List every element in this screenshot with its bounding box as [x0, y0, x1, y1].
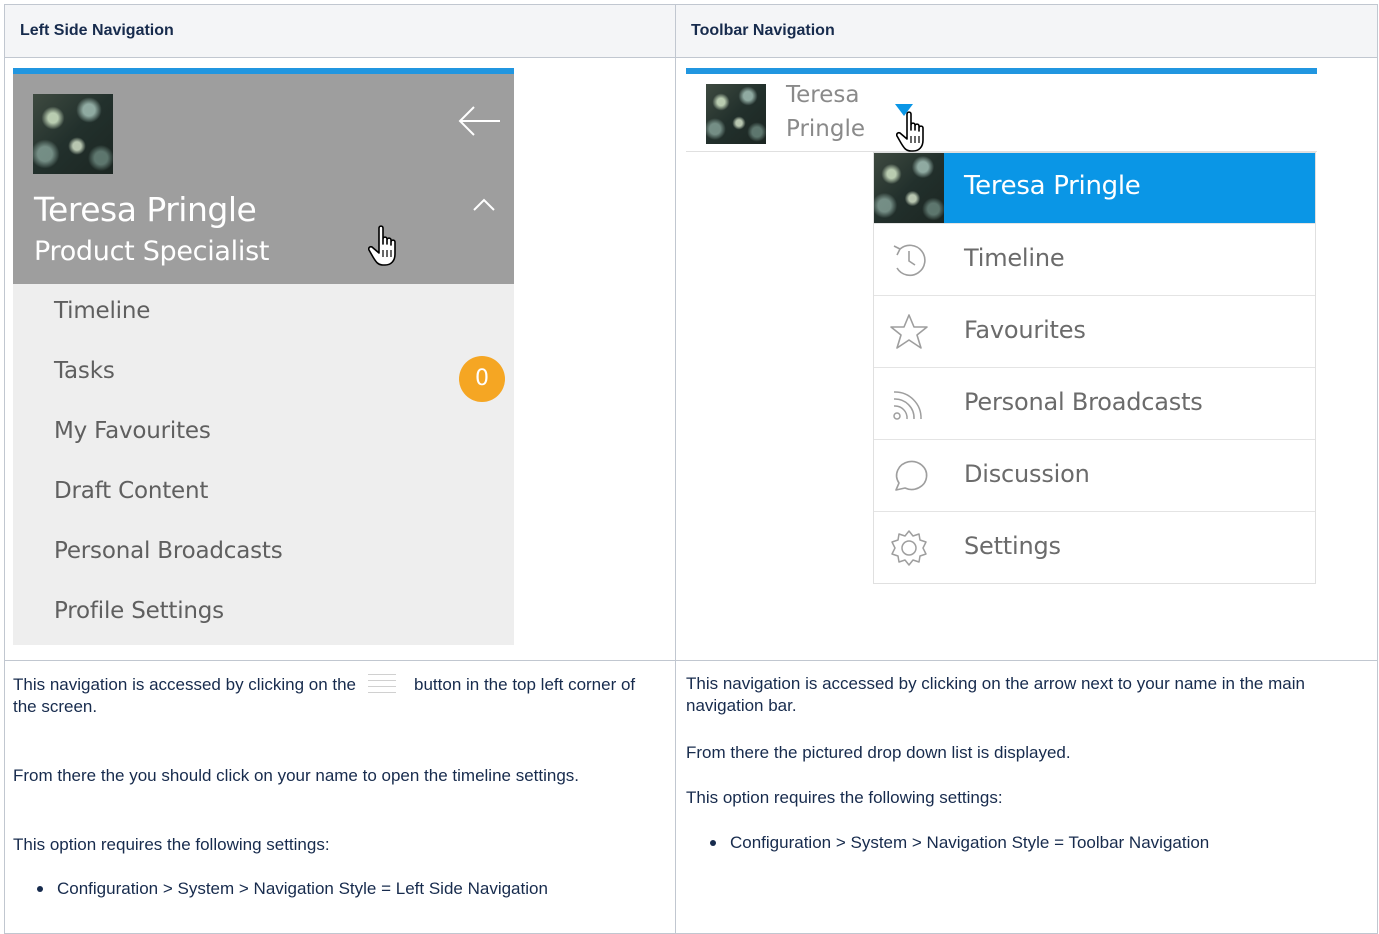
tasks-count-badge: 0 — [459, 356, 505, 402]
avatar — [706, 84, 766, 144]
left-desc-text-before: This navigation is accessed by clicking … — [13, 675, 357, 694]
dropdown-user-name: Teresa Pringle — [964, 171, 1141, 201]
profile-header[interactable]: Teresa Pringle Product Specialist — [13, 74, 514, 284]
toolbar-first-name[interactable]: Teresa — [786, 82, 859, 108]
rss-icon — [893, 391, 922, 420]
toolbar: Teresa Pringle — [686, 74, 1317, 152]
right-settings-bullet: Configuration > System > Navigation Styl… — [709, 833, 1210, 852]
header-right-label: Toolbar Navigation — [691, 22, 835, 39]
dropdown-item-timeline[interactable]: Timeline — [874, 223, 1315, 295]
dropdown-item-label: Settings — [964, 532, 1061, 560]
left-desc-paragraph-3: This option requires the following setti… — [13, 835, 330, 854]
header-cell-left: Left Side Navigation — [5, 5, 675, 58]
left-settings-bullet: Configuration > System > Navigation Styl… — [37, 879, 548, 898]
avatar — [33, 94, 113, 174]
left-nav-item-tasks[interactable]: Tasks — [54, 358, 115, 384]
dropdown-item-discussion[interactable]: Discussion — [874, 439, 1315, 511]
history-icon — [893, 244, 926, 277]
gear-icon — [891, 530, 927, 566]
row-divider — [5, 660, 1377, 661]
hand-cursor-icon — [368, 225, 396, 266]
dropdown-item-label: Discussion — [964, 460, 1090, 488]
left-desc-paragraph-2: From there the you should click on your … — [13, 766, 580, 785]
dropdown-item-label: Timeline — [964, 244, 1065, 272]
right-desc-paragraph-2: From there the pictured drop down list i… — [686, 743, 1071, 762]
chevron-up-icon[interactable] — [471, 197, 497, 213]
left-side-navigation-panel: Teresa Pringle Product Specialist Timeli… — [13, 68, 514, 645]
dropdown-item-label: Personal Broadcasts — [964, 388, 1203, 416]
back-arrow-icon[interactable] — [458, 106, 502, 136]
dropdown-item-settings[interactable]: Settings — [874, 511, 1315, 583]
dropdown-item-label: Favourites — [964, 316, 1086, 344]
toolbar-last-name[interactable]: Pringle — [786, 116, 865, 142]
dropdown-item-personal-broadcasts[interactable]: Personal Broadcasts — [874, 367, 1315, 439]
dropdown-item-favourites[interactable]: Favourites — [874, 295, 1315, 367]
left-nav-item-personal-broadcasts[interactable]: Personal Broadcasts — [54, 538, 283, 564]
chat-bubble-icon — [895, 460, 928, 491]
toolbar-navigation-panel: Teresa Pringle Teresa Pringle Timeline F… — [686, 68, 1317, 588]
header-cell-right: Toolbar Navigation — [676, 5, 1377, 58]
right-desc-paragraph-1: This navigation is accessed by clicking … — [686, 674, 1305, 715]
hamburger-menu-icon — [362, 664, 402, 696]
left-nav-item-profile-settings[interactable]: Profile Settings — [54, 598, 224, 624]
star-icon — [890, 314, 928, 349]
column-divider — [675, 5, 676, 934]
right-desc-paragraph-3: This option requires the following setti… — [686, 788, 1003, 807]
header-left-label: Left Side Navigation — [20, 22, 174, 39]
user-name[interactable]: Teresa Pringle — [34, 190, 257, 229]
left-nav-item-draft-content[interactable]: Draft Content — [54, 478, 208, 504]
left-desc-paragraph-1: This navigation is accessed by clicking … — [13, 664, 663, 718]
user-dropdown-menu: Teresa Pringle Timeline Favourites Perso… — [873, 152, 1316, 584]
left-nav-item-timeline[interactable]: Timeline — [54, 298, 150, 324]
dropdown-header[interactable]: Teresa Pringle — [874, 153, 1315, 223]
avatar — [874, 153, 944, 223]
left-nav-item-my-favourites[interactable]: My Favourites — [54, 418, 211, 444]
user-role: Product Specialist — [34, 236, 270, 267]
hand-cursor-icon — [896, 111, 924, 152]
